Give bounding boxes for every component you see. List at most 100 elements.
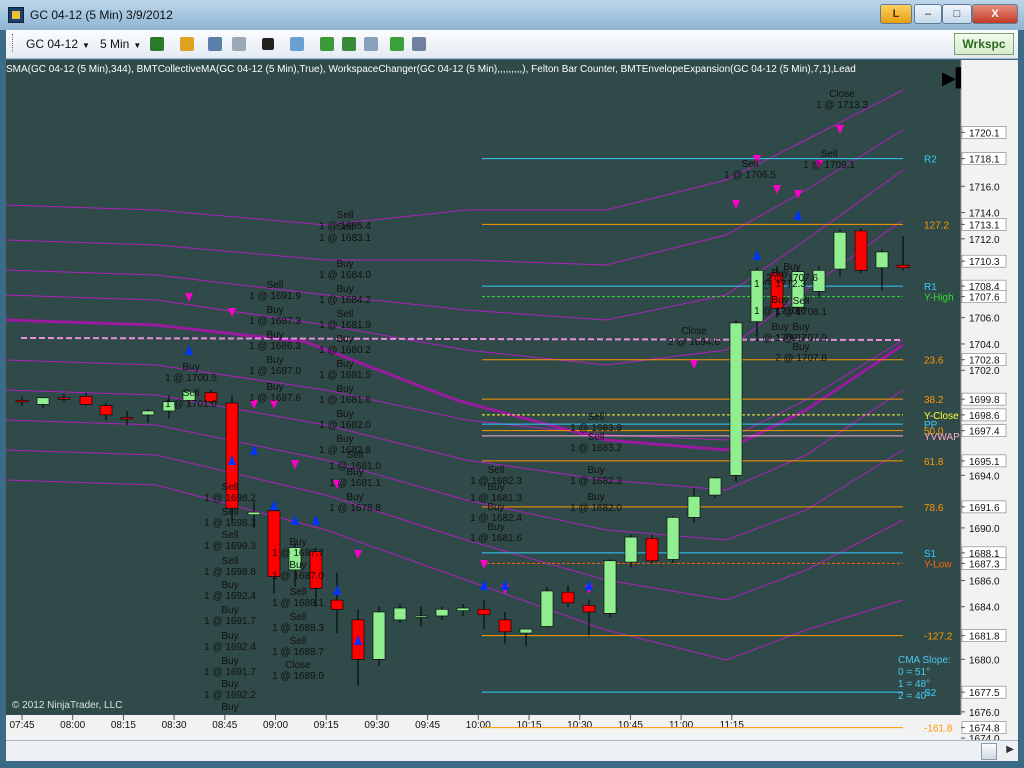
level-label: 127.2 bbox=[924, 220, 949, 231]
buy-arrow bbox=[753, 250, 761, 260]
minimize-button[interactable]: – bbox=[914, 4, 942, 24]
title-bar: GC 04-12 (5 Min) 3/9/2012 L – □ X bbox=[0, 0, 1024, 30]
price-label: 1699.8 bbox=[969, 395, 1000, 406]
price-label: 1702.0 bbox=[969, 366, 1000, 377]
price-label: 1681.8 bbox=[969, 632, 1000, 643]
trade-annotation: Buy 1 @ 1687.3 bbox=[249, 305, 301, 327]
trade-annotation: Sell 1 @ 1698.3 bbox=[204, 507, 256, 529]
price-label: 1698.6 bbox=[969, 411, 1000, 422]
price-chart[interactable]: 1720.1 1718.1 1716.0 1714.01713.1 1712.0 1710… bbox=[6, 60, 1018, 740]
trade-annotation: Close 2 @ 1694.6 bbox=[668, 326, 720, 348]
crosshair-icon[interactable] bbox=[262, 38, 274, 50]
maximize-button[interactable]: □ bbox=[942, 4, 972, 24]
horizontal-scrollbar[interactable]: ▶ bbox=[6, 740, 1018, 761]
time-label: 11:15 bbox=[720, 720, 745, 731]
scroll-right-icon[interactable]: ▶ bbox=[1006, 744, 1014, 755]
level-label: -127.2 bbox=[924, 632, 953, 643]
level-label: YVWAP bbox=[924, 432, 960, 443]
candle-body bbox=[561, 591, 575, 604]
price-label: 1716.0 bbox=[969, 182, 1000, 193]
trade-annotation: Buy 1 @ 1681.6 bbox=[470, 522, 522, 544]
candle-body bbox=[603, 560, 617, 614]
trade-annotation: Buy 1 @ 1681.6 bbox=[319, 384, 371, 406]
data-box-icon[interactable] bbox=[412, 37, 426, 51]
dollar-icon[interactable] bbox=[390, 37, 404, 51]
trade-annotation: Buy 2 @ 1707.6 bbox=[766, 262, 818, 284]
trade-annotation: Buy 1 @ 1680.2 bbox=[319, 334, 371, 356]
trade-annotation: Sell 1 @ 1699.3 bbox=[204, 530, 256, 552]
bar-type-icon[interactable] bbox=[150, 37, 164, 51]
candle-body bbox=[15, 400, 29, 403]
candle-body bbox=[708, 477, 722, 496]
chevron-down-icon: ▼ bbox=[133, 41, 142, 50]
level-label: Y-High bbox=[924, 293, 954, 304]
level-label: 61.8 bbox=[924, 457, 944, 468]
buy-arrow bbox=[333, 585, 341, 595]
chevron-down-icon: ▼ bbox=[82, 41, 90, 50]
chart-toolbar: GC 04-12 ▼ 5 Min ▼ Wrkspc bbox=[6, 30, 1018, 59]
trade-annotation: Buy 1 @ 1678.8 bbox=[329, 492, 381, 514]
cma-slope-box: CMA Slope: 0 = 51° 1 = 48° 2 = 40° bbox=[898, 655, 951, 703]
candle-body bbox=[36, 397, 50, 405]
strategy-icon[interactable] bbox=[320, 37, 334, 51]
scroll-to-end-icon[interactable]: ▶▍ bbox=[942, 68, 970, 89]
trade-annotation: Buy 1 @ 1691.7 bbox=[204, 605, 256, 627]
candle-body bbox=[372, 611, 386, 660]
close-button[interactable]: X bbox=[972, 4, 1018, 24]
sell-arrow bbox=[354, 550, 362, 559]
chart-trader-icon[interactable] bbox=[364, 37, 378, 51]
scrollbar-thumb[interactable] bbox=[981, 743, 997, 760]
trade-annotation: Buy 1 @ 1682.3 bbox=[570, 465, 622, 487]
help-button[interactable]: L bbox=[880, 4, 912, 24]
price-label: 1720.1 bbox=[969, 128, 1000, 139]
properties-icon[interactable] bbox=[290, 37, 304, 51]
candle-body bbox=[896, 264, 910, 269]
level-label: 38.2 bbox=[924, 395, 944, 406]
candle-body bbox=[99, 405, 113, 416]
instrument-label: GC 04-12 bbox=[26, 37, 79, 51]
draw-pencil-icon[interactable] bbox=[180, 37, 194, 51]
price-label: 1714.0 bbox=[969, 209, 1000, 220]
trade-annotation: Sell 1 @ 1688.3 bbox=[272, 612, 324, 634]
price-label: 1710.3 bbox=[969, 257, 1000, 268]
time-label: 09:15 bbox=[314, 720, 339, 731]
candle-body bbox=[330, 599, 344, 610]
time-label: 11:00 bbox=[669, 720, 694, 731]
sell-arrow bbox=[185, 293, 193, 302]
instrument-selector[interactable]: GC 04-12 ▼ bbox=[26, 34, 90, 54]
period-selector[interactable]: 5 Min ▼ bbox=[100, 34, 141, 54]
price-label: 1691.6 bbox=[969, 503, 1000, 514]
cma-line-0: 0 = 51° bbox=[898, 667, 931, 678]
trade-annotation: Sell 1 @ 1688.7 bbox=[272, 636, 324, 658]
candle-body bbox=[414, 615, 428, 618]
candle-body bbox=[456, 607, 470, 611]
sell-arrow bbox=[732, 200, 740, 209]
candle-body bbox=[687, 496, 701, 518]
candle-body bbox=[833, 231, 847, 270]
zoom-in-icon[interactable] bbox=[208, 37, 222, 51]
level-label: Y-Low bbox=[924, 559, 952, 570]
price-label: 1686.0 bbox=[969, 576, 1000, 587]
zoom-out-icon[interactable] bbox=[232, 37, 246, 51]
envelope-band-7 bbox=[6, 449, 904, 601]
trade-annotation: Sell 1 @ 1688.1 bbox=[272, 587, 324, 609]
sell-arrow bbox=[773, 185, 781, 194]
trade-annotation: Close 1 @ 1689.0 bbox=[272, 660, 324, 682]
chart-panel[interactable]: 1720.1 1718.1 1716.0 1714.0 1713.1 1712.0 1710… bbox=[6, 60, 1018, 740]
price-label: 1687.3 bbox=[969, 559, 1000, 570]
trade-annotation: Sell 1 @ 1691.9 bbox=[249, 280, 301, 302]
trade-annotation: Buy 1 @ 1692.4 bbox=[204, 580, 256, 602]
time-label: 10:15 bbox=[516, 720, 541, 731]
buy-arrow bbox=[185, 345, 193, 355]
indicator-icon[interactable] bbox=[342, 37, 356, 51]
workspace-button[interactable]: Wrkspc bbox=[954, 33, 1014, 55]
trade-annotation: Close 1 @ 1713.3 bbox=[816, 89, 868, 111]
trade-annotation: Buy 1 @ 1692.2 bbox=[204, 679, 256, 701]
candle-body bbox=[435, 609, 449, 617]
cma-line-2: 2 = 40° bbox=[898, 691, 931, 702]
trade-annotation: Sell 1 @ 1681.9 bbox=[319, 309, 371, 331]
trade-annotation: Sell 1 @ 1706.5 bbox=[724, 159, 776, 181]
price-label: 1707.6 bbox=[969, 293, 1000, 304]
candle-body bbox=[393, 607, 407, 621]
candle-body bbox=[666, 517, 680, 560]
